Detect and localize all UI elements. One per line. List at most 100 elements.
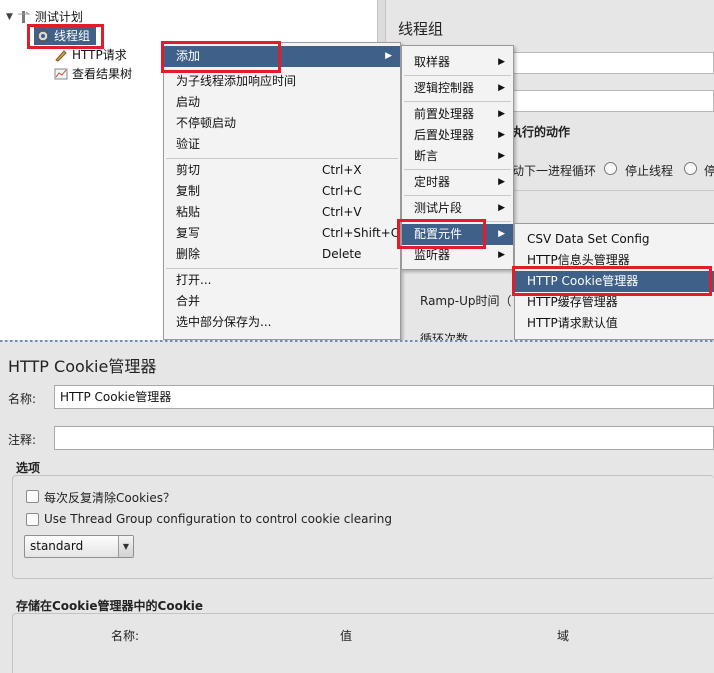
shortcut-label: Ctrl+Shift+C bbox=[322, 226, 400, 240]
menu-item-cut[interactable]: 剪切 Ctrl+X bbox=[164, 160, 400, 181]
column-header-value[interactable]: 值 bbox=[340, 627, 352, 644]
menu-item-label: 监听器 bbox=[414, 248, 451, 262]
options-label: 选项 bbox=[16, 461, 41, 475]
menu-item-duplicate[interactable]: 复写 Ctrl+Shift+C bbox=[164, 223, 400, 244]
menu-separator bbox=[404, 195, 511, 196]
submenu-item-cookie-manager[interactable]: HTTP Cookie管理器 bbox=[515, 271, 714, 292]
radio-stop-test-label: 停 bbox=[704, 164, 714, 178]
menu-item-label: HTTP Cookie管理器 bbox=[527, 274, 639, 288]
menu-item-merge[interactable]: 合并 bbox=[164, 291, 400, 312]
tree-node-label: HTTP请求 bbox=[72, 48, 127, 62]
stored-cookies-table: 名称: 值 域 bbox=[12, 613, 714, 673]
menu-item-paste[interactable]: 粘贴 Ctrl+V bbox=[164, 202, 400, 223]
submenu-item-request-defaults[interactable]: HTTP请求默认值 bbox=[515, 313, 714, 334]
menu-separator bbox=[166, 268, 398, 269]
menu-item-label: 不停顿启动 bbox=[176, 116, 237, 130]
menu-item-label: 添加 bbox=[176, 49, 201, 63]
submenu-item-preprocessor[interactable]: 前置处理器 ▶ bbox=[402, 104, 513, 125]
menu-item-label: HTTP请求默认值 bbox=[527, 316, 618, 330]
column-header-domain[interactable]: 域 bbox=[557, 627, 569, 644]
cookie-manager-panel: HTTP Cookie管理器 名称: HTTP Cookie管理器 注释: 选项… bbox=[0, 343, 714, 673]
menu-item-label: 复写 bbox=[176, 226, 201, 240]
menu-item-label: 逻辑控制器 bbox=[414, 81, 475, 95]
submenu-item-test-fragment[interactable]: 测试片段 ▶ bbox=[402, 198, 513, 219]
menu-separator bbox=[404, 221, 511, 222]
comment-label: 注释: bbox=[8, 433, 37, 447]
menu-item-copy[interactable]: 复制 Ctrl+C bbox=[164, 181, 400, 202]
comment-field[interactable] bbox=[512, 90, 714, 112]
submenu-item-csv-data-set[interactable]: CSV Data Set Config bbox=[515, 229, 714, 250]
menu-item-label: CSV Data Set Config bbox=[527, 232, 650, 246]
cookie-policy-select[interactable]: standard ▼ bbox=[24, 535, 134, 558]
jmeter-window: ▼ 测试计划 线程组 HTTP请求 查看结果树 线程组 执行的动作 动下一进程循… bbox=[0, 0, 714, 340]
menu-item-delete[interactable]: 删除 Delete bbox=[164, 244, 400, 265]
shortcut-label: Ctrl+C bbox=[322, 184, 362, 198]
menu-item-validate[interactable]: 验证 bbox=[164, 134, 400, 155]
test-plan-icon bbox=[17, 10, 31, 24]
radio-stop-test[interactable] bbox=[684, 162, 697, 175]
page-title: HTTP Cookie管理器 bbox=[8, 357, 157, 376]
name-label: 名称: bbox=[8, 392, 37, 406]
tree-node-test-plan[interactable]: ▼ 测试计划 bbox=[6, 8, 83, 26]
chevron-down-icon[interactable]: ▼ bbox=[118, 536, 133, 557]
menu-item-label: 启动 bbox=[176, 95, 201, 109]
submenu-item-logic-controller[interactable]: 逻辑控制器 ▶ bbox=[402, 78, 513, 99]
menu-item-label: 验证 bbox=[176, 137, 201, 151]
context-menu: 添加 ▶ 为子线程添加响应时间 启动 不停顿启动 验证 剪切 Ctrl+X 复制 C… bbox=[163, 42, 401, 340]
submenu-item-postprocessor[interactable]: 后置处理器 ▶ bbox=[402, 125, 513, 146]
menu-item-label: 断言 bbox=[414, 149, 439, 163]
menu-item-label: 测试片段 bbox=[414, 201, 463, 215]
menu-item-label: 打开... bbox=[176, 273, 212, 287]
menu-separator bbox=[404, 169, 511, 170]
submenu-arrow-icon: ▶ bbox=[498, 229, 505, 239]
submenu-arrow-icon: ▶ bbox=[385, 51, 392, 61]
comment-field[interactable] bbox=[54, 426, 714, 450]
config-element-submenu: CSV Data Set Config HTTP信息头管理器 HTTP Cook… bbox=[514, 223, 714, 340]
menu-item-start-no-pause[interactable]: 不停顿启动 bbox=[164, 113, 400, 134]
use-thread-group-checkbox[interactable] bbox=[26, 513, 39, 526]
radio-stop-thread-label: 停止线程 bbox=[625, 164, 674, 178]
column-header-name[interactable]: 名称: bbox=[111, 627, 139, 644]
menu-item-save-selection[interactable]: 选中部分保存为... bbox=[164, 312, 400, 333]
submenu-item-config-element[interactable]: 配置元件 ▶ bbox=[402, 224, 513, 245]
panel-title: 线程组 bbox=[398, 20, 444, 38]
menu-item-add-response-time[interactable]: 为子线程添加响应时间 bbox=[164, 71, 400, 92]
menu-item-open[interactable]: 打开... bbox=[164, 270, 400, 291]
submenu-item-assertion[interactable]: 断言 ▶ bbox=[402, 146, 513, 167]
menu-item-label: 取样器 bbox=[414, 55, 451, 69]
tree-node-http-request[interactable]: HTTP请求 bbox=[54, 46, 127, 64]
pencil-icon bbox=[54, 48, 68, 62]
submenu-item-sampler[interactable]: 取样器 ▶ bbox=[402, 52, 513, 73]
name-field[interactable]: HTTP Cookie管理器 bbox=[54, 385, 714, 409]
expand-toggle-icon[interactable]: ▼ bbox=[6, 8, 13, 26]
menu-item-label: 定时器 bbox=[414, 175, 451, 189]
submenu-item-timer[interactable]: 定时器 ▶ bbox=[402, 172, 513, 193]
name-field[interactable] bbox=[512, 52, 714, 74]
menu-item-start[interactable]: 启动 bbox=[164, 92, 400, 113]
submenu-arrow-icon: ▶ bbox=[498, 250, 505, 260]
menu-item-label: HTTP缓存管理器 bbox=[527, 295, 618, 309]
submenu-item-cache-manager[interactable]: HTTP缓存管理器 bbox=[515, 292, 714, 313]
clear-each-iteration-checkbox[interactable] bbox=[26, 490, 39, 503]
menu-separator bbox=[404, 101, 511, 102]
chart-icon bbox=[54, 67, 68, 81]
submenu-item-listener[interactable]: 监听器 ▶ bbox=[402, 245, 513, 266]
submenu-item-header-manager[interactable]: HTTP信息头管理器 bbox=[515, 250, 714, 271]
radio-next-loop-label: 动下一进程循环 bbox=[512, 164, 597, 178]
menu-item-label: 为子线程添加响应时间 bbox=[176, 74, 297, 88]
tree-node-thread-group[interactable]: 线程组 bbox=[34, 27, 97, 45]
radio-stop-thread[interactable] bbox=[604, 162, 617, 175]
menu-item-label: 剪切 bbox=[176, 163, 201, 177]
menu-item-label: 复制 bbox=[176, 184, 201, 198]
submenu-arrow-icon: ▶ bbox=[498, 203, 505, 213]
selected-value: standard bbox=[30, 539, 84, 553]
rampup-label: Ramp-Up时间（ bbox=[420, 294, 512, 308]
tree-node-result-tree[interactable]: 查看结果树 bbox=[54, 65, 132, 83]
menu-item-label: 选中部分保存为... bbox=[176, 315, 272, 329]
menu-item-label: 粘贴 bbox=[176, 205, 201, 219]
menu-separator bbox=[166, 158, 398, 159]
menu-item-label: 配置元件 bbox=[414, 227, 463, 241]
menu-item-add[interactable]: 添加 ▶ bbox=[164, 46, 400, 67]
menu-item-label: 后置处理器 bbox=[414, 128, 475, 142]
gear-icon bbox=[36, 29, 50, 43]
